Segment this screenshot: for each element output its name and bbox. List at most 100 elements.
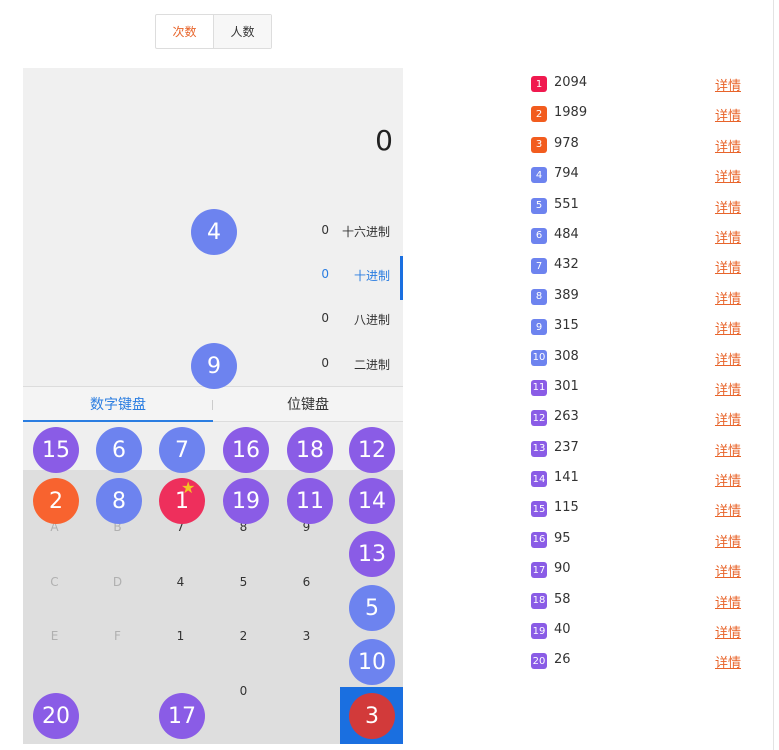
base-label: 八进制 — [353, 313, 390, 327]
details-link[interactable]: 详情 — [715, 227, 741, 246]
rank-count: 301 — [554, 378, 579, 394]
details-link[interactable]: 详情 — [715, 622, 741, 641]
tab-bit-keyboard[interactable]: 位键盘 — [213, 387, 403, 421]
ranking-row: 20 26 详情 — [531, 647, 743, 677]
details-link[interactable]: 详情 — [715, 257, 741, 276]
rank-count: 794 — [554, 166, 579, 182]
details-link[interactable]: 详情 — [715, 409, 741, 428]
keypad: AB789CD456EF1230 — [23, 470, 403, 744]
key-blank[interactable] — [275, 664, 338, 718]
rank-badge: 19 — [531, 623, 547, 640]
calculator-display: 0 — [375, 124, 393, 157]
key-F[interactable]: F — [86, 609, 149, 663]
key-1[interactable]: 1 — [149, 609, 212, 663]
details-link[interactable]: 详情 — [715, 592, 741, 611]
rank-badge: 17 — [531, 562, 547, 579]
details-link[interactable]: 详情 — [715, 318, 741, 337]
rank-badge: 16 — [531, 531, 547, 548]
rank-badge: 20 — [531, 653, 547, 670]
click-bubble: 20 — [33, 693, 79, 739]
details-link[interactable]: 详情 — [715, 105, 741, 124]
rank-count: 26 — [554, 652, 571, 668]
details-link[interactable]: 详情 — [715, 75, 741, 94]
rank-badge: 11 — [531, 379, 547, 396]
rank-count: 308 — [554, 348, 579, 364]
click-bubble: 7 — [159, 427, 205, 473]
ranking-row: 3 978 详情 — [531, 131, 743, 161]
click-bubble: 12 — [349, 427, 395, 473]
active-base-indicator — [400, 256, 403, 300]
details-link[interactable]: 详情 — [715, 500, 741, 519]
base-row-dec[interactable]: 0 十进制 — [23, 254, 403, 300]
details-link[interactable]: 详情 — [715, 379, 741, 398]
rank-count: 40 — [554, 622, 571, 638]
rank-badge: 12 — [531, 410, 547, 427]
key-6[interactable]: 6 — [275, 555, 338, 609]
rank-count: 1989 — [554, 105, 588, 121]
ranking-row: 5 551 详情 — [531, 192, 743, 222]
key-C[interactable]: C — [23, 555, 86, 609]
toggle-count-button[interactable]: 次数 — [156, 15, 213, 48]
rank-count: 484 — [554, 226, 579, 242]
ranking-row: 6 484 详情 — [531, 222, 743, 252]
rank-badge: 18 — [531, 592, 547, 609]
tab-number-keyboard[interactable]: 数字键盘 — [23, 387, 213, 422]
base-value: 0 — [321, 267, 329, 281]
base-value: 0 — [321, 223, 329, 237]
details-link[interactable]: 详情 — [715, 166, 741, 185]
tab-divider — [212, 400, 213, 410]
click-bubble: 17 — [159, 693, 205, 739]
ranking-row: 12 263 详情 — [531, 404, 743, 434]
details-link[interactable]: 详情 — [715, 561, 741, 580]
details-link[interactable]: 详情 — [715, 349, 741, 368]
details-link[interactable]: 详情 — [715, 531, 741, 550]
click-bubble: 18 — [287, 427, 333, 473]
click-bubble: 15 — [33, 427, 79, 473]
rank-count: 978 — [554, 135, 579, 151]
rank-badge: 2 — [531, 106, 547, 123]
click-bubble: 5 — [349, 585, 395, 631]
key-blank[interactable] — [86, 664, 149, 718]
ranking-row: 15 115 详情 — [531, 495, 743, 525]
key-3[interactable]: 3 — [275, 609, 338, 663]
ranking-row: 7 432 详情 — [531, 252, 743, 282]
ranking-row: 8 389 详情 — [531, 283, 743, 313]
ranking-row: 14 141 详情 — [531, 465, 743, 495]
rank-count: 95 — [554, 530, 571, 546]
click-bubble: 13 — [349, 531, 395, 577]
ranking-row: 13 237 详情 — [531, 435, 743, 465]
details-link[interactable]: 详情 — [715, 652, 741, 671]
rank-count: 141 — [554, 470, 579, 486]
rank-count: 315 — [554, 318, 579, 334]
click-bubble: 8 — [96, 478, 142, 524]
ranking-row: 11 301 详情 — [531, 374, 743, 404]
rank-count: 237 — [554, 439, 579, 455]
base-row-oct[interactable]: 0 八进制 — [23, 298, 403, 342]
ranking-row: 16 95 详情 — [531, 526, 743, 556]
details-link[interactable]: 详情 — [715, 136, 741, 155]
details-link[interactable]: 详情 — [715, 197, 741, 216]
rank-count: 115 — [554, 500, 579, 516]
toggle-people-button[interactable]: 人数 — [213, 15, 271, 48]
details-link[interactable]: 详情 — [715, 470, 741, 489]
calculator-screenshot: 0 0 十六进制 0 十进制 0 八进制 0 二进制 数字键盘 位键盘 左移右移… — [23, 68, 403, 744]
click-bubble: 9 — [191, 343, 237, 389]
key-D[interactable]: D — [86, 555, 149, 609]
key-4[interactable]: 4 — [149, 555, 212, 609]
details-link[interactable]: 详情 — [715, 288, 741, 307]
key-5[interactable]: 5 — [212, 555, 275, 609]
click-bubble: 10 — [349, 639, 395, 685]
click-bubble: 2 — [33, 478, 79, 524]
page-edge-divider — [773, 0, 774, 750]
key-E[interactable]: E — [23, 609, 86, 663]
rank-badge: 14 — [531, 471, 547, 488]
key-0[interactable]: 0 — [212, 664, 275, 718]
rank-count: 58 — [554, 591, 571, 607]
base-value: 0 — [321, 311, 329, 325]
key-2[interactable]: 2 — [212, 609, 275, 663]
details-link[interactable]: 详情 — [715, 440, 741, 459]
rank-count: 263 — [554, 409, 579, 425]
rank-count: 389 — [554, 287, 579, 303]
ranking-row: 4 794 详情 — [531, 161, 743, 191]
base-value: 0 — [321, 356, 329, 370]
